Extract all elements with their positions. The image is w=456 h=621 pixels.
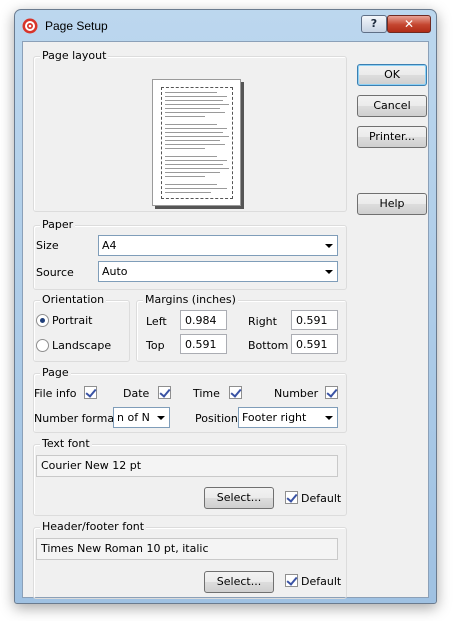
margin-left-label: Left <box>146 315 167 328</box>
margin-bottom-label: Bottom <box>248 339 289 352</box>
size-label: Size <box>36 239 59 252</box>
landscape-label[interactable]: Landscape <box>52 339 111 352</box>
number-checkbox[interactable] <box>325 386 338 399</box>
number-format-label: Number format <box>34 412 119 425</box>
paper-label: Paper <box>40 218 76 231</box>
portrait-radio[interactable] <box>36 314 49 327</box>
text-font-display: Courier New 12 pt <box>36 455 338 477</box>
title-bar[interactable]: Page Setup ? ✕ <box>15 10 436 41</box>
chevron-down-icon <box>325 244 333 248</box>
close-button[interactable]: ✕ <box>387 15 431 33</box>
time-label: Time <box>193 387 220 400</box>
title-help-button[interactable]: ? <box>361 15 387 33</box>
file-info-label: File info <box>34 387 77 400</box>
margin-top-input[interactable]: 0.591 <box>180 334 227 354</box>
size-select-value: A4 <box>102 239 117 252</box>
portrait-label[interactable]: Portrait <box>52 314 92 327</box>
landscape-radio[interactable] <box>36 339 49 352</box>
margin-right-input[interactable]: 0.591 <box>291 310 338 330</box>
time-checkbox[interactable] <box>229 386 242 399</box>
margin-bottom-input[interactable]: 0.591 <box>291 334 338 354</box>
page-label: Page <box>40 366 71 379</box>
text-font-select-button[interactable]: Select... <box>204 487 274 509</box>
header-footer-font-default-checkbox[interactable] <box>285 574 298 587</box>
file-info-checkbox[interactable] <box>84 386 97 399</box>
number-format-select[interactable]: n of N <box>113 407 170 428</box>
margin-top-value: 0.591 <box>185 338 217 351</box>
text-font-default-label: Default <box>301 492 342 505</box>
header-footer-font-default-label: Default <box>301 575 342 588</box>
date-label: Date <box>123 387 150 400</box>
page-layout-label: Page layout <box>40 49 109 62</box>
margin-right-label: Right <box>248 315 277 328</box>
window-title: Page Setup <box>45 19 108 33</box>
chevron-down-icon <box>157 416 165 420</box>
page-preview <box>152 79 241 206</box>
margin-bottom-value: 0.591 <box>296 338 328 351</box>
position-select[interactable]: Footer right <box>238 407 338 428</box>
header-footer-font-value: Times New Roman 10 pt, italic <box>41 542 209 555</box>
orientation-group: Orientation <box>33 293 130 362</box>
number-label: Number <box>274 387 319 400</box>
help-button[interactable]: Help <box>357 193 427 215</box>
header-footer-font-select-button[interactable]: Select... <box>204 571 274 593</box>
position-label: Position <box>195 412 238 425</box>
margin-top-label: Top <box>146 339 165 352</box>
app-icon <box>22 18 38 34</box>
size-select[interactable]: A4 <box>98 235 338 256</box>
page-preview-margins <box>161 87 233 199</box>
header-footer-font-display: Times New Roman 10 pt, italic <box>36 538 338 560</box>
header-footer-font-label: Header/footer font <box>40 520 147 533</box>
margins-label: Margins (inches) <box>143 293 238 306</box>
chevron-down-icon <box>325 270 333 274</box>
page-setup-dialog: Page Setup ? ✕ Page layout OK Cancel Pri… <box>14 9 437 604</box>
source-label: Source <box>36 266 74 279</box>
source-select[interactable]: Auto <box>98 261 338 282</box>
dialog-client-area: Page layout OK Cancel Printer... Help Pa… <box>22 41 429 599</box>
page-layout-group: Page layout <box>33 49 347 212</box>
ok-button[interactable]: OK <box>357 64 427 86</box>
chevron-down-icon <box>325 416 333 420</box>
margin-right-value: 0.591 <box>296 314 328 327</box>
number-format-value: n of N <box>117 411 150 424</box>
cancel-button[interactable]: Cancel <box>357 95 427 117</box>
printer-button[interactable]: Printer... <box>357 126 427 148</box>
date-checkbox[interactable] <box>158 386 171 399</box>
source-select-value: Auto <box>102 265 128 278</box>
margin-left-input[interactable]: 0.984 <box>180 310 227 330</box>
position-value: Footer right <box>242 411 307 424</box>
margin-left-value: 0.984 <box>185 314 217 327</box>
orientation-label: Orientation <box>40 293 107 306</box>
text-font-default-checkbox[interactable] <box>285 491 298 504</box>
text-font-value: Courier New 12 pt <box>41 459 142 472</box>
text-font-label: Text font <box>40 437 92 450</box>
